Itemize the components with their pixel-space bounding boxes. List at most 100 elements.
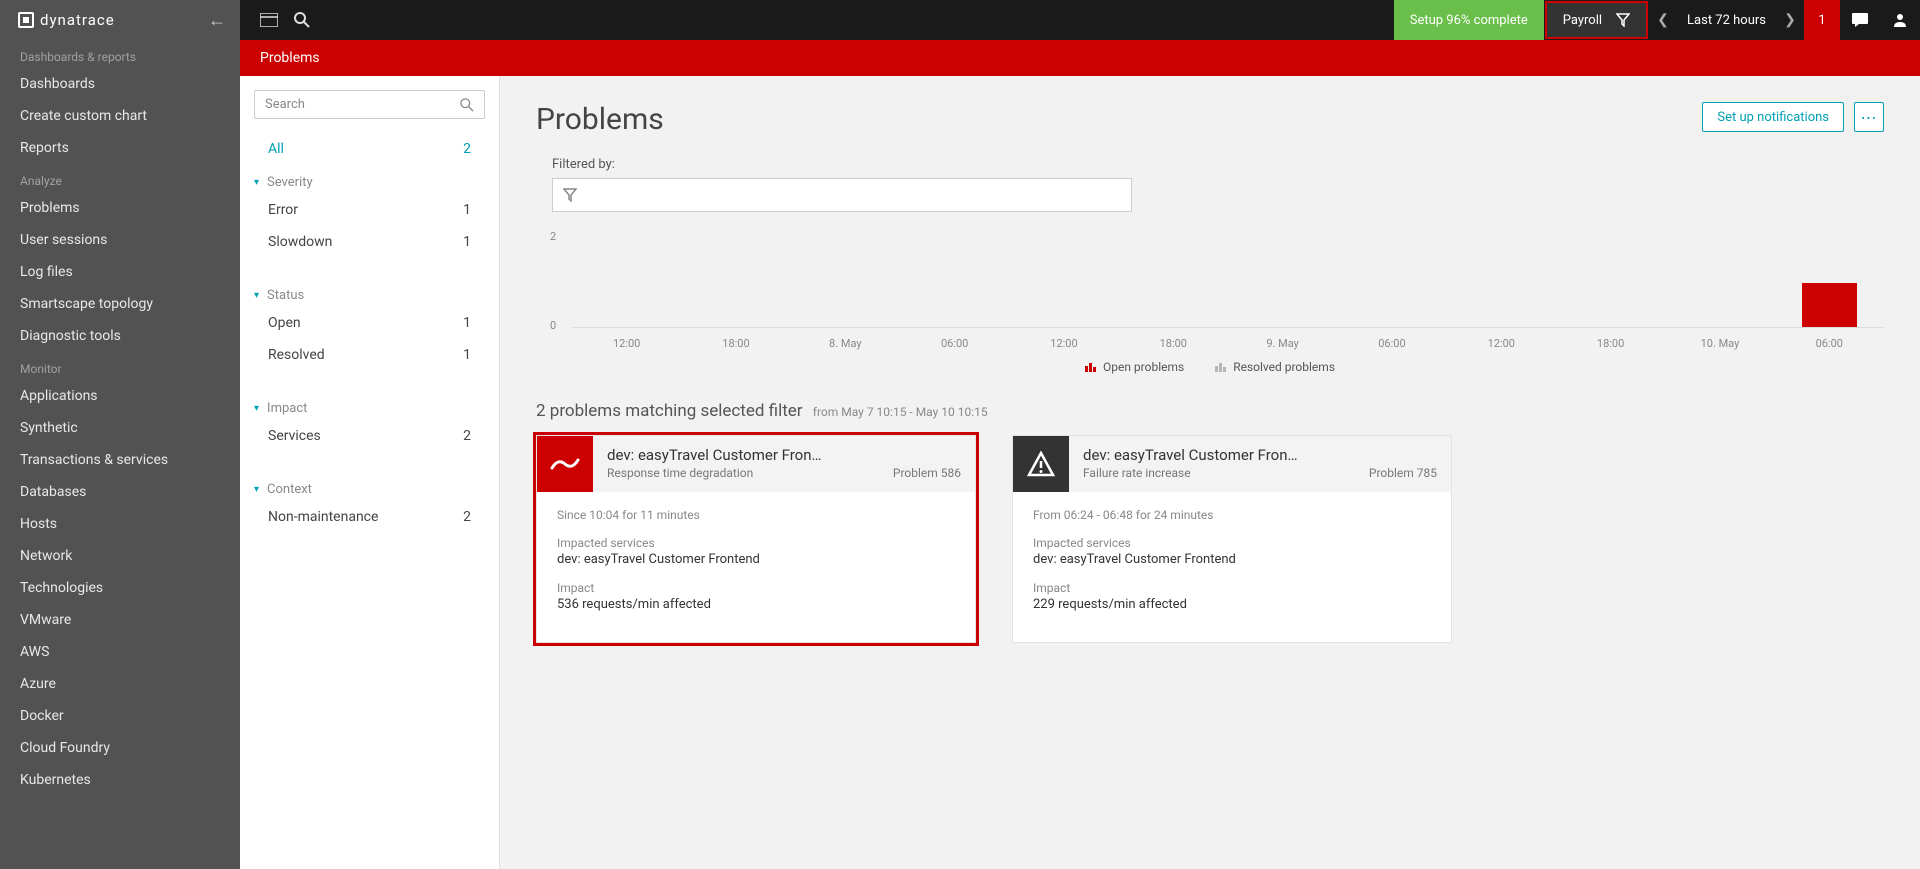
timeframe-selector: ❮ Last 72 hours ❯	[1649, 0, 1804, 40]
card-severity-icon	[1013, 436, 1069, 492]
filter-icon	[563, 188, 577, 202]
setup-progress[interactable]: Setup 96% complete	[1394, 0, 1544, 40]
filtered-by-label: Filtered by:	[552, 157, 1884, 172]
impacted-value: dev: easyTravel Customer Frontend	[1033, 552, 1431, 567]
search-placeholder: Search	[265, 97, 305, 112]
filter-row[interactable]: Open1	[240, 307, 499, 339]
card-time: Since 10:04 for 11 minutes	[557, 508, 955, 522]
legend-open[interactable]: Open problems	[1085, 360, 1184, 374]
impacted-label: Impacted services	[557, 536, 955, 550]
chat-icon[interactable]	[1840, 0, 1880, 40]
topbar: Setup 96% complete Payroll ❮ Last 72 hou…	[240, 0, 1920, 40]
chart-x-tick: 12:00	[572, 337, 681, 350]
sidebar-item[interactable]: Transactions & services	[0, 444, 240, 476]
timeframe-next-icon[interactable]: ❯	[1776, 12, 1804, 28]
brand-icon	[18, 12, 34, 28]
sidebar-item[interactable]: Diagnostic tools	[0, 320, 240, 352]
bar-icon	[1085, 362, 1097, 372]
sidebar-item[interactable]: Kubernetes	[0, 764, 240, 796]
filter-panel: Search All 2 ▾SeverityError1Slowdown1 ▾St…	[240, 76, 500, 869]
problems-chart[interactable]: 2 0 12:0018:008. May06:0012:0018:009. Ma…	[552, 230, 1884, 350]
timeframe-label[interactable]: Last 72 hours	[1677, 13, 1776, 28]
impact-label: Impact	[557, 581, 955, 595]
sidebar-item[interactable]: Databases	[0, 476, 240, 508]
legend-resolved[interactable]: Resolved problems	[1215, 360, 1335, 374]
brand-text: dynatrace	[40, 11, 115, 29]
filter-row[interactable]: Non-maintenance2	[240, 501, 499, 533]
management-zone-filter[interactable]: Payroll	[1545, 1, 1648, 39]
search-icon[interactable]	[294, 12, 310, 28]
filter-input[interactable]	[552, 178, 1132, 212]
chart-x-tick: 8. May	[791, 337, 900, 350]
sidebar-section-header: Dashboards & reports	[0, 40, 240, 68]
sidebar-item[interactable]: Synthetic	[0, 412, 240, 444]
filter-row[interactable]: Services2	[240, 420, 499, 452]
sidebar-item[interactable]: Azure	[0, 668, 240, 700]
breadcrumb-text: Problems	[260, 50, 320, 66]
filter-group-header[interactable]: ▾Impact	[240, 391, 499, 420]
filter-group-header[interactable]: ▾Status	[240, 278, 499, 307]
sidebar-item[interactable]: Dashboards	[0, 68, 240, 100]
filter-row[interactable]: Slowdown1	[240, 226, 499, 258]
sidebar-item[interactable]: Network	[0, 540, 240, 572]
card-problem-id: Problem 785	[1369, 466, 1437, 480]
filter-group-header[interactable]: ▾Severity	[240, 165, 499, 194]
chart-x-tick: 06:00	[900, 337, 1009, 350]
chart-x-tick: 12:00	[1447, 337, 1556, 350]
sidebar-item[interactable]: Create custom chart	[0, 100, 240, 132]
impact-value: 536 requests/min affected	[557, 597, 955, 612]
sidebar-item[interactable]: VMware	[0, 604, 240, 636]
user-icon[interactable]	[1880, 0, 1920, 40]
problem-card[interactable]: dev: easyTravel Customer Fron… Failure ra…	[1012, 435, 1452, 643]
sidebar-section-header: Analyze	[0, 164, 240, 192]
sidebar-item[interactable]: Reports	[0, 132, 240, 164]
dashboard-icon[interactable]	[260, 13, 278, 27]
card-title: dev: easyTravel Customer Fron…	[1083, 446, 1437, 464]
problem-card[interactable]: dev: easyTravel Customer Fron… Response t…	[536, 435, 976, 643]
sidebar-item[interactable]: Hosts	[0, 508, 240, 540]
sidebar-section-header: Monitor	[0, 352, 240, 380]
timeframe-prev-icon[interactable]: ❮	[1649, 12, 1677, 28]
filter-search-input[interactable]: Search	[254, 90, 485, 119]
brand-logo[interactable]: dynatrace	[18, 11, 115, 29]
bar-icon	[1215, 362, 1227, 372]
sidebar-collapse-icon[interactable]: ←	[208, 10, 226, 31]
sidebar-item[interactable]: User sessions	[0, 224, 240, 256]
chart-x-tick: 12:00	[1009, 337, 1118, 350]
chart-x-tick: 18:00	[1556, 337, 1665, 350]
page-title: Problems	[536, 102, 664, 137]
sidebar-item[interactable]: Smartscape topology	[0, 288, 240, 320]
card-time: From 06:24 - 06:48 for 24 minutes	[1033, 508, 1431, 522]
problems-area: Problems Set up notifications ⋯ Filtered…	[500, 76, 1920, 869]
card-problem-id: Problem 586	[893, 466, 961, 480]
filter-row[interactable]: Error1	[240, 194, 499, 226]
sidebar-item[interactable]: Cloud Foundry	[0, 732, 240, 764]
chart-bar[interactable]	[1802, 283, 1857, 328]
card-title: dev: easyTravel Customer Fron…	[607, 446, 961, 464]
filter-all[interactable]: All 2	[240, 133, 499, 165]
impact-label: Impact	[1033, 581, 1431, 595]
search-icon	[460, 98, 474, 112]
sidebar-item[interactable]: Technologies	[0, 572, 240, 604]
filter-row[interactable]: Resolved1	[240, 339, 499, 371]
sidebar-item[interactable]: Problems	[0, 192, 240, 224]
sidebar: dynatrace ← Dashboards & reportsDashboar…	[0, 0, 240, 869]
chart-x-tick: 06:00	[1337, 337, 1446, 350]
sidebar-item[interactable]: AWS	[0, 636, 240, 668]
more-actions-button[interactable]: ⋯	[1854, 102, 1884, 132]
card-subtitle: Response time degradation	[607, 466, 753, 480]
chart-x-tick: 10. May	[1665, 337, 1774, 350]
chart-x-tick: 18:00	[681, 337, 790, 350]
sidebar-item[interactable]: Applications	[0, 380, 240, 412]
chevron-down-icon: ▾	[254, 484, 259, 495]
alert-count-badge[interactable]: 1	[1804, 0, 1840, 40]
filter-group-header[interactable]: ▾Context	[240, 472, 499, 501]
setup-notifications-button[interactable]: Set up notifications	[1702, 102, 1844, 132]
matching-summary: 2 problems matching selected filter from…	[536, 401, 1884, 421]
chevron-down-icon: ▾	[254, 290, 259, 301]
sidebar-item[interactable]: Docker	[0, 700, 240, 732]
sidebar-item[interactable]: Log files	[0, 256, 240, 288]
card-subtitle: Failure rate increase	[1083, 466, 1191, 480]
chevron-down-icon: ▾	[254, 177, 259, 188]
chart-x-tick: 9. May	[1228, 337, 1337, 350]
